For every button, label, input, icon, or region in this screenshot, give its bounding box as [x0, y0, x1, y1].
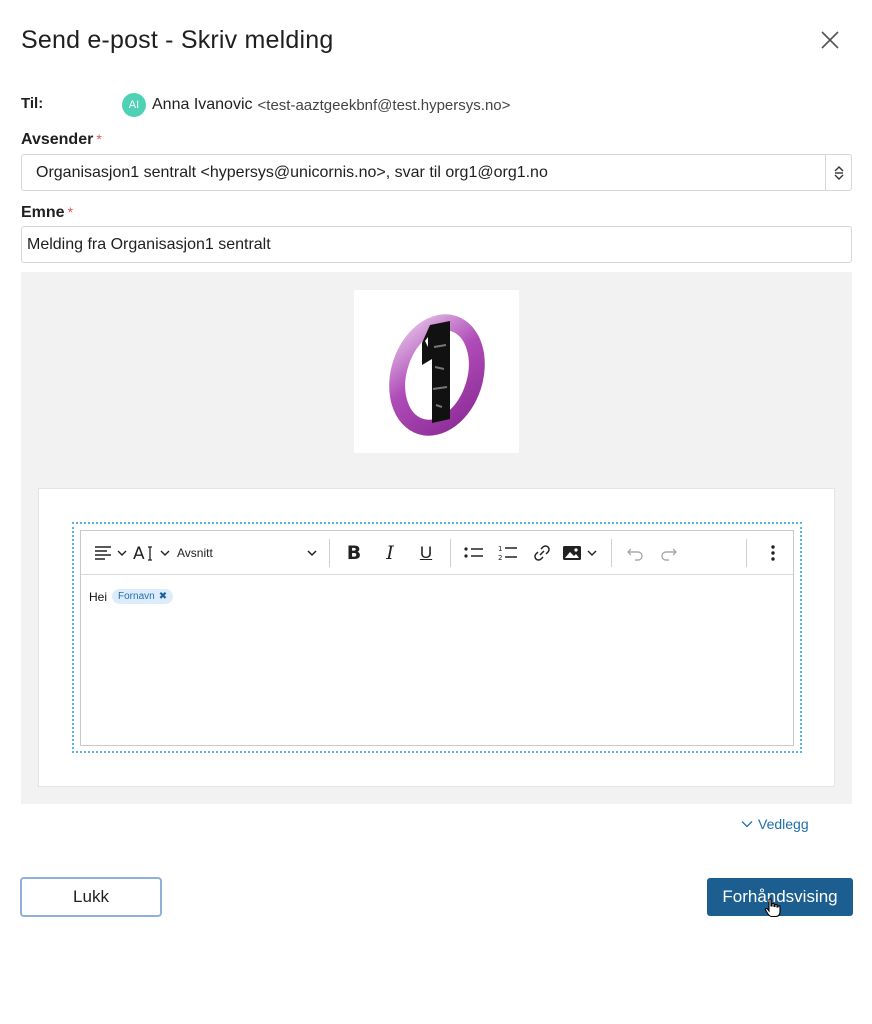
undo-button[interactable] — [618, 538, 652, 568]
sender-label-text: Avsender — [21, 131, 94, 148]
font-size-menu-button[interactable]: A — [131, 538, 177, 568]
block-format-value: Avsnitt — [177, 545, 213, 560]
required-marker: * — [96, 131, 102, 147]
required-marker: * — [67, 204, 74, 220]
recipient-chip: AI Anna Ivanovic <test-aaztgeekbnf@test.… — [122, 93, 510, 117]
bold-button[interactable]: B — [336, 538, 372, 568]
chevron-down-icon — [741, 821, 753, 828]
rich-text-editor[interactable]: A Avsnitt B I U 1 2 Hei Fornavn ✖ — [80, 530, 794, 746]
editor-content[interactable]: Hei Fornavn ✖ — [81, 575, 793, 618]
select-arrows-icon[interactable] — [825, 155, 851, 190]
bullet-list-icon — [464, 546, 483, 558]
editor-card: A Avsnitt B I U 1 2 Hei Fornavn ✖ — [38, 488, 835, 787]
sender-value: Organisasjon1 sentralt <hypersys@unicorn… — [36, 163, 548, 181]
toolbar-divider — [450, 538, 451, 567]
insert-image-button[interactable] — [559, 538, 605, 568]
redo-icon — [661, 548, 677, 561]
subject-label-text: Emne — [21, 204, 65, 221]
close-icon[interactable] — [818, 28, 842, 52]
redo-button[interactable] — [652, 538, 686, 568]
organization-logo — [354, 290, 519, 453]
underline-button[interactable]: U — [408, 538, 444, 568]
bullet-list-button[interactable] — [457, 538, 491, 568]
svg-text:2: 2 — [498, 554, 502, 562]
close-button[interactable]: Lukk — [20, 877, 162, 917]
subject-input[interactable] — [21, 226, 852, 263]
recipient-name: Anna Ivanovic — [152, 96, 253, 113]
remove-tag-icon[interactable]: ✖ — [159, 591, 167, 602]
image-icon — [563, 545, 597, 560]
numbered-list-button[interactable]: 1 2 — [491, 538, 525, 568]
toolbar-divider — [611, 538, 612, 567]
subject-label: Emne * — [21, 204, 73, 222]
chevron-down-icon — [307, 549, 317, 556]
svg-text:A: A — [133, 544, 145, 563]
sender-select[interactable]: Organisasjon1 sentralt <hypersys@unicorn… — [21, 154, 852, 191]
undo-icon — [627, 548, 643, 561]
merge-tag-label: Fornavn — [118, 591, 155, 602]
align-menu-button[interactable] — [91, 538, 131, 568]
avatar: AI — [122, 93, 146, 117]
link-button[interactable] — [525, 538, 559, 568]
more-options-button[interactable] — [763, 538, 783, 568]
editor-focus-outline: A Avsnitt B I U 1 2 Hei Fornavn ✖ — [72, 522, 802, 753]
hand-cursor-icon — [764, 898, 781, 918]
editor-toolbar: A Avsnitt B I U 1 2 — [81, 531, 793, 575]
svg-text:1: 1 — [498, 545, 502, 553]
vertical-ellipsis-icon — [771, 545, 775, 561]
sender-label: Avsender * — [21, 131, 102, 149]
dialog-title: Send e-post - Skriv melding — [21, 26, 334, 54]
toolbar-divider — [746, 539, 747, 567]
align-left-icon — [95, 545, 127, 560]
link-icon — [534, 544, 550, 561]
message-editor-area: A Avsnitt B I U 1 2 Hei Fornavn ✖ — [21, 272, 852, 804]
block-format-select[interactable]: Avsnitt — [177, 538, 323, 568]
numbered-list-icon: 1 2 — [498, 545, 517, 562]
font-size-icon: A — [133, 544, 170, 563]
recipient-email: <test-aaztgeekbnf@test.hypersys.no> — [257, 96, 511, 114]
body-text: Hei — [89, 589, 108, 604]
italic-button[interactable]: I — [372, 538, 408, 568]
recipient-label: Til: — [21, 95, 44, 112]
toolbar-divider — [329, 538, 330, 567]
merge-tag[interactable]: Fornavn ✖ — [112, 589, 174, 604]
attachments-toggle[interactable]: Vedlegg — [741, 816, 809, 832]
logo-image — [388, 313, 485, 436]
attachments-label: Vedlegg — [758, 816, 809, 832]
